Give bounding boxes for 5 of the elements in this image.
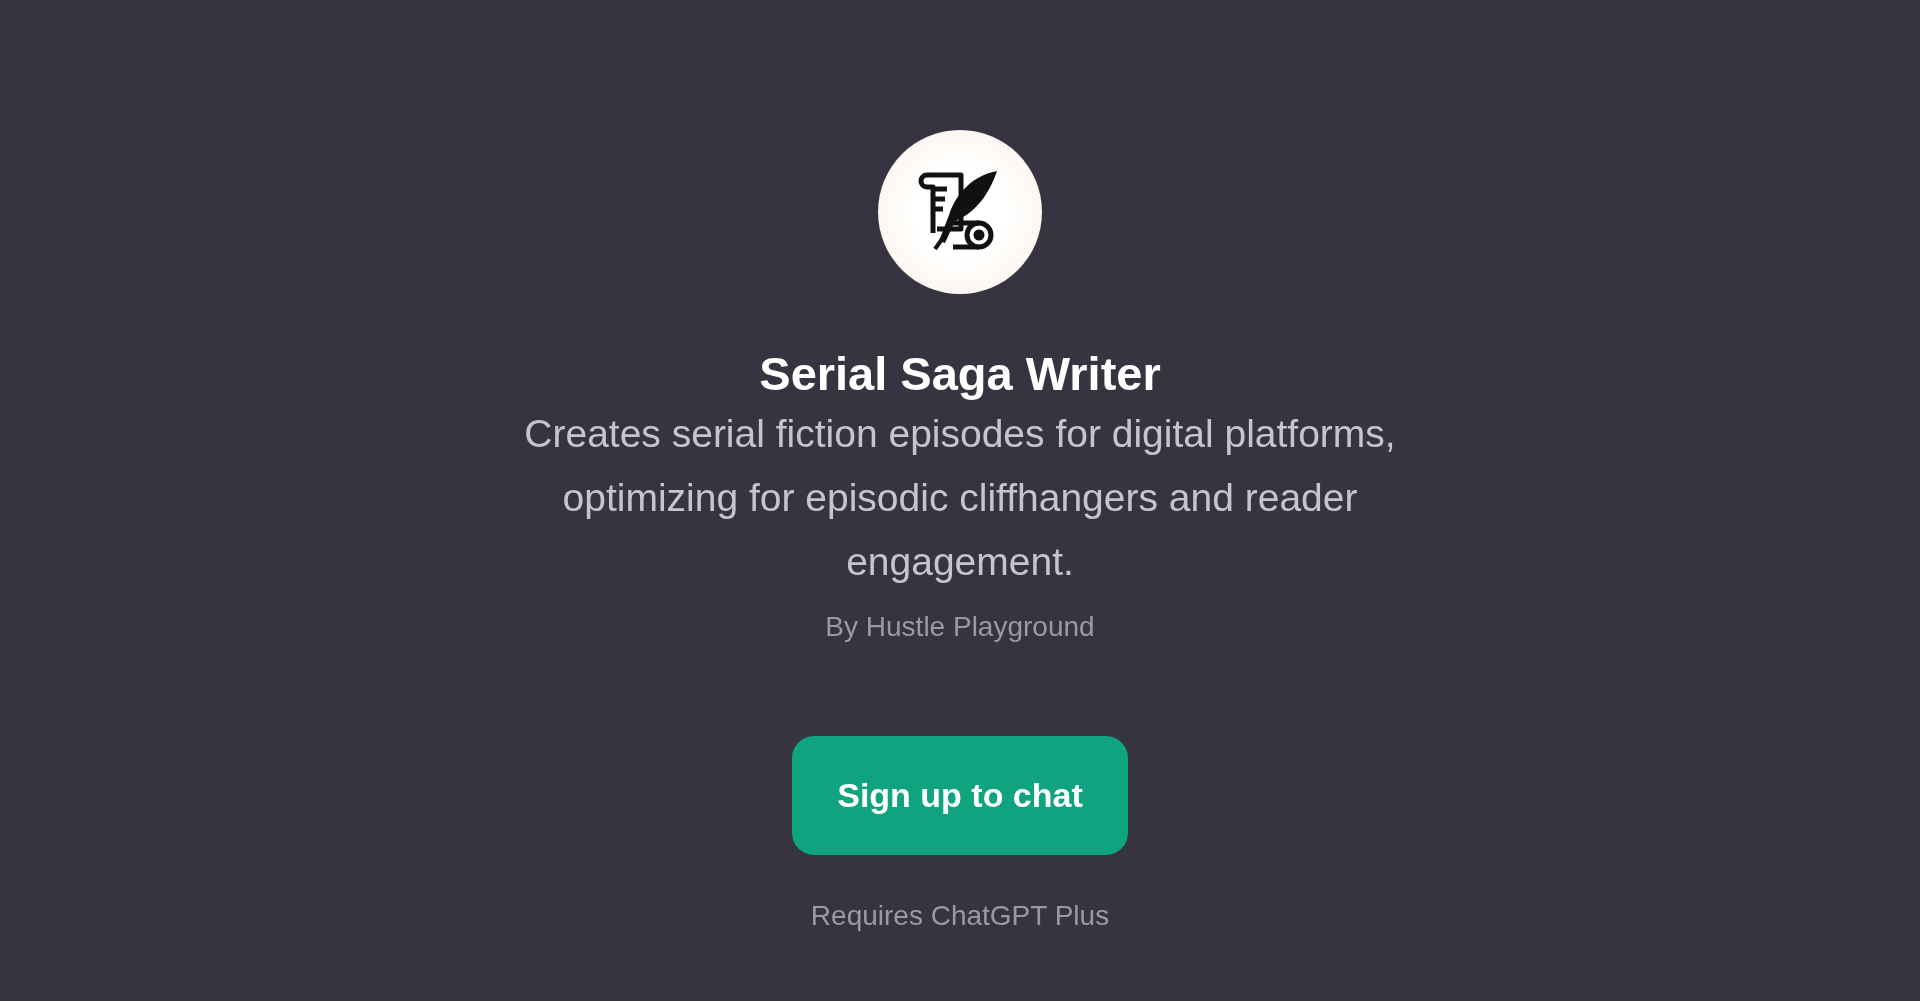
- author-line: By Hustle Playground: [825, 610, 1095, 645]
- signup-button[interactable]: Sign up to chat: [792, 736, 1128, 856]
- requirement-note: Requires ChatGPT Plus: [810, 899, 1110, 934]
- gpt-title: Serial Saga Writer: [759, 346, 1161, 402]
- gpt-description: Creates serial fiction episodes for digital platforms, optimizing for episodic cliffhangers and reader engagement.: [523, 411, 1397, 586]
